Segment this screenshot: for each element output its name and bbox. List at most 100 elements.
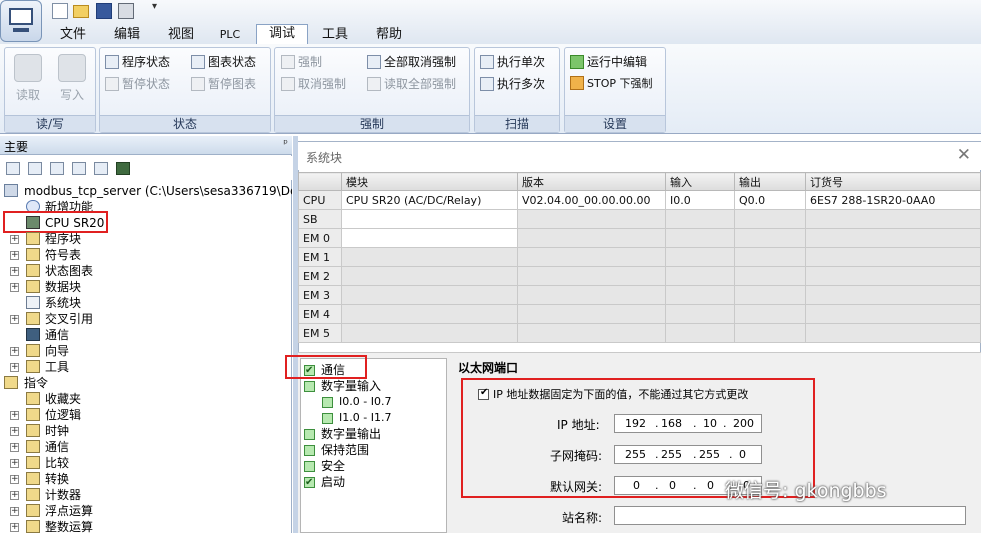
green-box-icon bbox=[322, 413, 333, 424]
pause-chart-button[interactable]: 暂停图表 bbox=[191, 74, 256, 94]
wand-icon bbox=[26, 344, 40, 357]
column-header: 版本 bbox=[517, 172, 666, 191]
table-row[interactable]: EM 1 bbox=[298, 247, 981, 267]
tab-debug[interactable]: 调试 bbox=[256, 24, 308, 44]
folder-icon bbox=[26, 360, 40, 373]
ip-address-input[interactable]: 192. 168. 10. 200 bbox=[614, 414, 762, 433]
module-cell[interactable] bbox=[341, 247, 518, 267]
unlock-icon bbox=[281, 77, 295, 91]
project-icon bbox=[4, 184, 18, 197]
version-cell bbox=[517, 209, 666, 229]
folder-icon bbox=[26, 472, 40, 485]
tree-project-root[interactable]: modbus_tcp_server (C:\Users\sesa336719\D… bbox=[4, 183, 292, 199]
expand-icon[interactable]: + bbox=[10, 283, 19, 292]
pause-status-button[interactable]: 暂停状态 bbox=[105, 74, 170, 94]
expand-icon[interactable]: + bbox=[10, 251, 19, 260]
table-row[interactable]: EM 2 bbox=[298, 266, 981, 286]
force-button[interactable]: 强制 bbox=[281, 52, 322, 72]
input-cell bbox=[665, 228, 735, 248]
tab-view[interactable]: 视图 bbox=[160, 26, 202, 44]
save-icon[interactable] bbox=[96, 3, 112, 19]
version-cell bbox=[517, 323, 666, 343]
tab-file[interactable]: 文件 bbox=[52, 26, 94, 44]
tab-help[interactable]: 帮助 bbox=[368, 26, 410, 44]
view-icon-3[interactable] bbox=[50, 162, 64, 175]
multiple-scan-button[interactable]: 执行多次 bbox=[480, 74, 545, 94]
expand-icon[interactable]: + bbox=[10, 523, 19, 532]
slot-cell: EM 4 bbox=[298, 304, 342, 324]
tab-tools[interactable]: 工具 bbox=[314, 26, 356, 44]
expand-icon[interactable]: + bbox=[10, 427, 19, 436]
pause-chart-icon bbox=[191, 77, 205, 91]
table-row[interactable]: EM 0 bbox=[298, 228, 981, 248]
expand-icon[interactable]: + bbox=[10, 315, 19, 324]
expand-icon[interactable]: + bbox=[10, 347, 19, 356]
app-menu-button[interactable] bbox=[0, 0, 42, 42]
tab-edit[interactable]: 编辑 bbox=[106, 26, 148, 44]
module-cell[interactable] bbox=[341, 285, 518, 305]
station-name-input[interactable] bbox=[614, 506, 966, 525]
open-folder-icon[interactable] bbox=[73, 5, 89, 18]
view-icon-4[interactable] bbox=[72, 162, 86, 175]
group-scan: 执行单次 执行多次 扫描 bbox=[474, 47, 560, 133]
stop-force-button[interactable]: STOP 下强制 bbox=[570, 74, 653, 94]
expand-icon[interactable]: + bbox=[10, 475, 19, 484]
subnet-mask-input[interactable]: 255. 255. 255. 0 bbox=[614, 445, 762, 464]
version-cell bbox=[517, 228, 666, 248]
expand-icon[interactable]: + bbox=[10, 235, 19, 244]
read-button[interactable]: 读取 bbox=[11, 54, 45, 103]
unforce-button[interactable]: 取消强制 bbox=[281, 74, 346, 94]
pin-icon[interactable]: ᵖ bbox=[283, 137, 288, 150]
view-icon-2[interactable] bbox=[28, 162, 42, 175]
module-cell[interactable]: CPU SR20 (AC/DC/Relay) bbox=[341, 190, 518, 210]
close-icon[interactable]: ✕ bbox=[957, 145, 971, 165]
table-row[interactable]: SB bbox=[298, 209, 981, 229]
green-box-icon bbox=[304, 429, 315, 440]
write-button[interactable]: 写入 bbox=[55, 54, 89, 103]
folder-icon bbox=[26, 408, 40, 421]
quick-access-dropdown[interactable]: ▾ bbox=[152, 1, 157, 12]
group-label: 设置 bbox=[565, 115, 665, 132]
view-icon-1[interactable] bbox=[6, 162, 20, 175]
table-row[interactable]: EM 5 bbox=[298, 323, 981, 343]
table-row[interactable]: EM 3 bbox=[298, 285, 981, 305]
print-icon[interactable] bbox=[118, 3, 134, 19]
module-cell[interactable] bbox=[341, 228, 518, 248]
expand-icon[interactable]: + bbox=[10, 443, 19, 452]
output-cell bbox=[734, 209, 806, 229]
chart-status-button[interactable]: 图表状态 bbox=[191, 52, 256, 72]
slot-cell: EM 2 bbox=[298, 266, 342, 286]
expand-icon[interactable]: + bbox=[10, 363, 19, 372]
read-icon bbox=[14, 54, 42, 82]
tab-plc[interactable]: PLC bbox=[212, 26, 248, 44]
table-row[interactable]: EM 4 bbox=[298, 304, 981, 324]
run-edit-button[interactable]: 运行中编辑 bbox=[570, 52, 647, 72]
input-cell bbox=[665, 323, 735, 343]
expand-icon[interactable]: + bbox=[10, 459, 19, 468]
monitor-icon[interactable] bbox=[116, 162, 130, 175]
fixed-ip-checkbox[interactable]: ✔ IP 地址数据固定为下面的值，不能通过其它方式更改 bbox=[478, 386, 748, 402]
module-table: 模块 版本 输入 输出 订货号 CPU CPU SR20 (AC/DC/Rela… bbox=[298, 172, 981, 343]
input-cell bbox=[665, 285, 735, 305]
table-header-row: 模块 版本 输入 输出 订货号 bbox=[298, 172, 981, 191]
watermark: 微信号: gkongbbs bbox=[725, 480, 887, 502]
module-cell[interactable] bbox=[341, 209, 518, 229]
slot-cell: EM 1 bbox=[298, 247, 342, 267]
output-cell bbox=[734, 285, 806, 305]
table-row[interactable]: CPU CPU SR20 (AC/DC/Relay) V02.04.00_00.… bbox=[298, 190, 981, 210]
expand-icon[interactable]: + bbox=[10, 491, 19, 500]
expand-icon[interactable]: + bbox=[10, 507, 19, 516]
single-scan-button[interactable]: 执行单次 bbox=[480, 52, 545, 72]
read-all-forced-button[interactable]: 读取全部强制 bbox=[367, 74, 456, 94]
input-cell bbox=[665, 209, 735, 229]
expand-icon[interactable]: + bbox=[10, 267, 19, 276]
folder-icon bbox=[26, 392, 40, 405]
module-cell[interactable] bbox=[341, 266, 518, 286]
program-status-button[interactable]: 程序状态 bbox=[105, 52, 170, 72]
unforce-all-button[interactable]: 全部取消强制 bbox=[367, 52, 456, 72]
expand-icon[interactable]: + bbox=[10, 411, 19, 420]
new-document-icon[interactable] bbox=[52, 3, 68, 19]
view-icon-5[interactable] bbox=[94, 162, 108, 175]
module-cell[interactable] bbox=[341, 304, 518, 324]
module-cell[interactable] bbox=[341, 323, 518, 343]
